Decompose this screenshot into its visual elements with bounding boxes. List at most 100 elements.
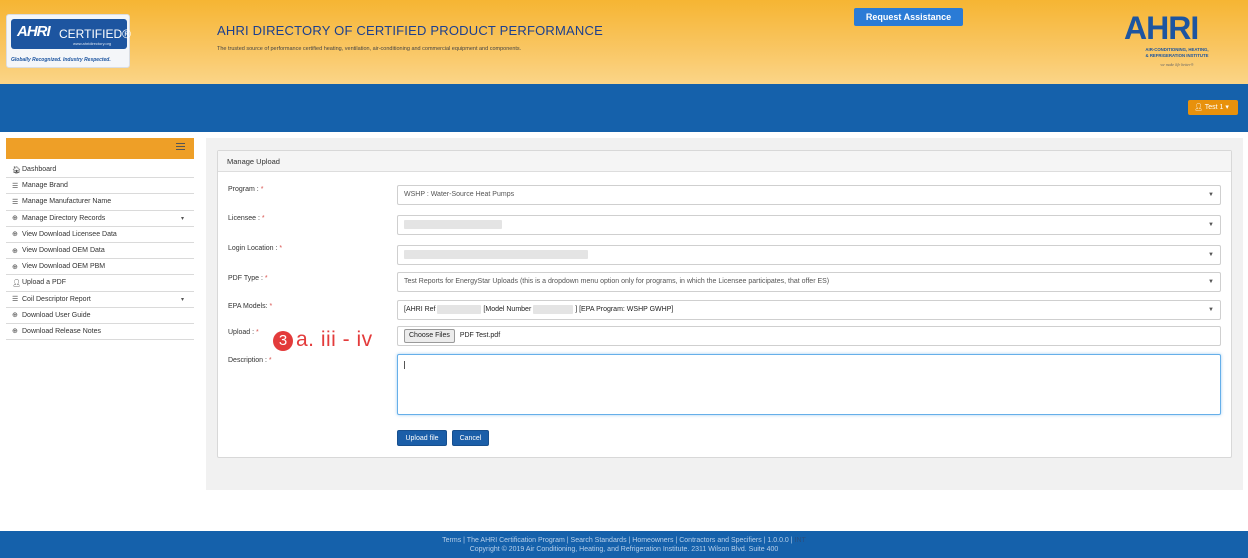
redacted-value [533, 304, 574, 314]
required-marker: * [268, 357, 272, 364]
top-nav-bar [0, 84, 1248, 132]
sidebar-header [6, 138, 194, 159]
chevron-down-icon: ▾ [180, 215, 184, 222]
sidebar-item-download-release-notes[interactable]: ⊕ Download Release Notes [6, 324, 194, 341]
description-textarea[interactable] [397, 354, 1221, 415]
user-icon: 👤︎ [1194, 104, 1205, 111]
circle-plus-icon: ⊕ [12, 263, 18, 271]
pdf-type-select-value: Test Reports for EnergyStar Uploads (thi… [404, 278, 830, 285]
program-select-value: WSHP : Water-Source Heat Pumps [404, 191, 515, 198]
ahri-institute-logo[interactable]: AHRI AIR-CONDITIONING, HEATING, & REFRIG… [1118, 10, 1236, 76]
environment-label: INT [794, 537, 806, 544]
sidebar-item-view-download-licensee-data[interactable]: ⊕ View Download Licensee Data [6, 227, 194, 243]
choose-files-button[interactable]: Choose Files [404, 329, 455, 343]
sidebar-item-dashboard[interactable]: 🏠︎ Dashboard [6, 162, 194, 179]
chevron-down-icon: ▼ [1208, 279, 1214, 285]
ahri-certified-logo[interactable]: AHRI CERTIFIED® www.ahridirectory.org Gl… [6, 14, 131, 68]
sidebar-item-label: Manage Brand [22, 182, 68, 190]
chevron-down-icon: ▼ [1208, 222, 1214, 228]
sidebar-item-download-user-guide[interactable]: ⊕ Download User Guide [6, 308, 194, 324]
user-menu-label: Test 1 ▾ [1204, 104, 1229, 111]
sidebar-item-label: View Download Licensee Data [22, 230, 117, 238]
epa-models-label: EPA Models: * [228, 303, 273, 310]
circle-plus-icon: ⊕ [12, 328, 18, 336]
licensee-label: Licensee : * [228, 215, 265, 222]
pdf-type-select[interactable]: Test Reports for EnergyStar Uploads (thi… [397, 272, 1221, 292]
selected-file-name: PDF Test.pdf [459, 332, 501, 339]
footer-copyright: Copyright © 2019 Air Conditioning, Heati… [469, 546, 779, 553]
request-assistance-button[interactable]: Request Assistance [854, 8, 963, 26]
ahri-logo-tagline: we make life better® [1160, 62, 1194, 67]
logo-tagline: Globally Recognized. Industry Respected. [11, 57, 111, 63]
sidebar-item-manage-manufacturer-name[interactable]: ☰ Manage Manufacturer Name [6, 194, 194, 211]
pdf-type-label: PDF Type : * [228, 275, 268, 282]
required-marker: * [279, 245, 283, 252]
chevron-down-icon: ▼ [1208, 252, 1214, 258]
list-icon: ☰ [12, 198, 19, 206]
step-annotation-text: a. iii - iv [296, 328, 373, 351]
required-marker: * [264, 275, 268, 282]
sidebar-item-label: Dashboard [22, 166, 57, 174]
home-icon: 🏠︎ [12, 166, 21, 174]
ahri-wordmark: AHRI [1124, 10, 1199, 46]
upload-file-button[interactable]: Upload file [397, 430, 447, 446]
footer-links[interactable]: Terms | The AHRI Certification Program |… [0, 531, 1248, 544]
program-label: Program : * [228, 186, 264, 193]
required-marker: * [269, 303, 273, 310]
sidebar-item-view-download-oem-data[interactable]: ⊕ View Download OEM Data [6, 243, 194, 260]
required-marker: * [260, 186, 264, 193]
upload-file-input[interactable]: Choose Files PDF Test.pdf [397, 326, 1221, 346]
circle-plus-icon: ⊕ [12, 215, 18, 223]
description-label: Description : * [228, 357, 272, 364]
sidebar-item-label: Download Release Notes [22, 327, 101, 335]
hamburger-menu-icon[interactable] [176, 143, 185, 152]
chevron-down-icon: ▼ [1208, 307, 1214, 313]
step-number-badge: 3 [273, 331, 293, 351]
circle-plus-icon: ⊕ [12, 231, 18, 239]
epa-models-select[interactable]: [AHRI Ref [Model Number ] [EPA Program: … [397, 300, 1221, 320]
sidebar-item-label: Download User Guide [22, 311, 91, 319]
epa-ref-text: [AHRI Ref [404, 306, 436, 313]
required-marker: * [256, 329, 259, 336]
logo-url: www.ahridirectory.org [73, 41, 112, 46]
required-marker: * [261, 215, 265, 222]
sidebar-nav: 🏠︎ Dashboard ☰ Manage Brand ☰ Manage Manufact… [6, 162, 194, 341]
sidebar-item-label: Coil Descriptor Report [22, 295, 91, 303]
logo-certified-text: CERTIFIED® [59, 27, 131, 41]
sidebar-item-upload-a-pdf[interactable]: 👤︎ Upload a PDF [6, 275, 194, 292]
sidebar-item-manage-directory-records[interactable]: ⊕ Manage Directory Records ▾ [6, 211, 194, 227]
chevron-down-icon: ▾ [180, 296, 184, 303]
page-title: AHRI DIRECTORY OF CERTIFIED PRODUCT PERF… [217, 23, 603, 38]
cancel-button[interactable]: Cancel [452, 430, 489, 446]
page-subtitle: The trusted source of performance certif… [217, 46, 522, 52]
list-icon: ☰ [12, 296, 19, 304]
sidebar-item-manage-brand[interactable]: ☰ Manage Brand [6, 178, 194, 195]
sidebar-item-label: View Download OEM PBM [22, 263, 106, 271]
upload-label: Upload : * [228, 329, 259, 336]
epa-program-text: ] [EPA Program: WSHP GWHP] [575, 306, 674, 313]
redacted-value [404, 249, 588, 259]
text-cursor [404, 361, 405, 369]
user-menu-button[interactable]: 👤︎ Test 1 ▾ [1188, 100, 1238, 115]
sidebar-item-label: Upload a PDF [22, 279, 66, 287]
logo-mark: AHRI [17, 23, 51, 40]
sidebar-item-label: View Download OEM Data [22, 247, 105, 255]
login-location-label: Login Location : * [228, 245, 283, 252]
login-location-select[interactable]: ▼ [397, 245, 1221, 265]
list-icon: ☰ [12, 182, 19, 190]
epa-model-text: [Model Number [483, 306, 532, 313]
circle-plus-icon: ⊕ [12, 247, 18, 255]
site-header: AHRI CERTIFIED® www.ahridirectory.org Gl… [0, 0, 1248, 84]
chevron-down-icon: ▼ [1208, 192, 1214, 198]
sidebar-item-view-download-oem-pbm[interactable]: ⊕ View Download OEM PBM [6, 259, 194, 276]
ahri-logo-line1: AIR-CONDITIONING, HEATING, [1145, 47, 1209, 52]
ahri-logo-line2: & REFRIGERATION INSTITUTE [1145, 53, 1209, 58]
sidebar-item-label: Manage Directory Records [22, 214, 106, 222]
program-select[interactable]: WSHP : Water-Source Heat Pumps ▼ [397, 185, 1221, 205]
sidebar-item-coil-descriptor-report[interactable]: ☰ Coil Descriptor Report ▾ [6, 292, 194, 308]
user-icon: 👤︎ [12, 279, 21, 287]
redacted-value [437, 304, 482, 314]
circle-plus-icon: ⊕ [12, 312, 18, 320]
sidebar-item-label: Manage Manufacturer Name [22, 198, 112, 206]
licensee-select[interactable]: ▼ [397, 215, 1221, 235]
